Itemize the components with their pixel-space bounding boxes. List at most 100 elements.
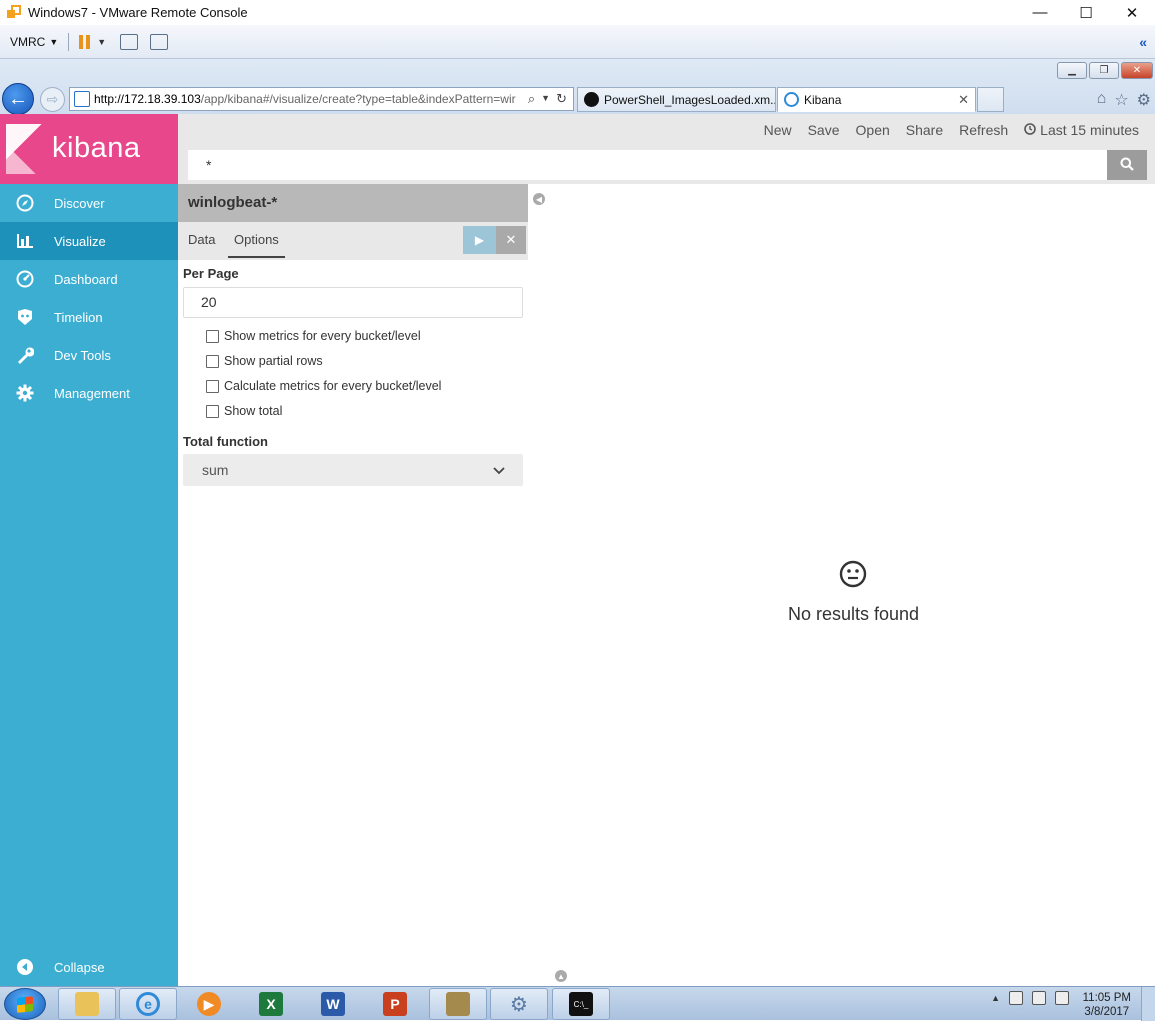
sidebar-item-label: Management <box>54 385 130 401</box>
sidebar-item-dev-tools[interactable]: Dev Tools <box>0 336 178 374</box>
search-button[interactable] <box>1107 150 1147 180</box>
cmd-icon: C:\_ <box>569 992 593 1016</box>
calculate-metrics-every-bucket-checkbox[interactable]: Calculate metrics for every bucket/level <box>206 378 441 394</box>
browser-tab-kibana[interactable]: Kibana ✕ <box>777 87 976 112</box>
gear-icon[interactable]: ⚙ <box>1137 90 1151 110</box>
tab-data[interactable]: Data <box>188 222 215 258</box>
taskbar-media-player[interactable]: ▶ <box>180 988 238 1020</box>
sidebar-collapse-label: Collapse <box>54 959 105 975</box>
sidebar-item-management[interactable]: Management <box>0 374 178 412</box>
compass-icon <box>16 194 34 212</box>
collapse-toolbar-icon[interactable]: « <box>1139 34 1147 50</box>
browser-chrome: ▁ ❐ ✕ ← ⇨ http://172.18.39.103/app/kiban… <box>0 59 1155 115</box>
collapse-editor-icon[interactable]: ◀ <box>533 193 545 205</box>
refresh-button[interactable]: Refresh <box>951 121 1016 139</box>
show-partial-rows-checkbox[interactable]: Show partial rows <box>206 353 323 369</box>
checkbox-box[interactable] <box>206 354 219 368</box>
checkbox-box[interactable] <box>206 379 219 393</box>
kibana-brand-text: kibana <box>52 132 141 164</box>
sidebar-item-timelion[interactable]: Timelion <box>0 298 178 336</box>
word-icon: W <box>321 992 345 1016</box>
minimize-button[interactable]: — <box>1017 0 1063 25</box>
checkbox-label: Show partial rows <box>224 354 323 368</box>
sidebar-item-dashboard[interactable]: Dashboard <box>0 260 178 298</box>
vis-editor-sidebar: winlogbeat-* Data Options ▶ ✕ Per Page 2… <box>178 184 528 986</box>
dropdown-arrow-icon: ▼ <box>49 36 59 47</box>
sidebar-item-discover[interactable]: Discover <box>0 184 178 222</box>
sidebar-item-visualize[interactable]: Visualize <box>0 222 178 260</box>
taskbar-powerpoint[interactable]: P <box>366 988 424 1020</box>
tab-options[interactable]: Options <box>228 222 285 258</box>
windows-taskbar: e ▶ X W P ⚙ C:\_ ▲ 11:05 PM 3/8/2017 <box>0 986 1155 1021</box>
vmrc-menu-button[interactable]: VMRC ▼ <box>10 35 58 49</box>
back-arrow-icon: ← <box>8 87 28 110</box>
show-hidden-icons-icon[interactable]: ▲ <box>991 993 1000 1003</box>
address-bar[interactable]: http://172.18.39.103/app/kibana#/visuali… <box>69 87 574 111</box>
total-function-select[interactable]: sum <box>183 454 523 486</box>
taskbar-explorer[interactable] <box>58 988 116 1020</box>
browser-tab-github[interactable]: PowerShell_ImagesLoaded.xm... <box>577 87 776 112</box>
editor-tabs: Data Options ▶ ✕ <box>178 222 528 260</box>
discard-changes-button[interactable]: ✕ <box>496 226 526 254</box>
maximize-button[interactable]: ☐ <box>1063 0 1109 25</box>
open-button[interactable]: Open <box>848 121 898 139</box>
apply-changes-button[interactable]: ▶ <box>463 226 496 254</box>
refresh-icon[interactable]: ↻ <box>556 91 567 107</box>
kibana-sidebar: kibana Discover Visualize Dashboard Time… <box>0 114 178 986</box>
pause-button[interactable]: ▼ <box>79 34 106 49</box>
show-total-checkbox[interactable]: Show total <box>206 403 282 419</box>
checkbox-box[interactable] <box>206 404 219 418</box>
browser-restore-button[interactable]: ❐ <box>1089 62 1119 79</box>
back-button[interactable]: ← <box>2 83 34 115</box>
tab-label: Kibana <box>804 92 842 107</box>
new-tab-button[interactable] <box>977 87 1004 112</box>
taskbar-cmd[interactable]: C:\_ <box>552 988 610 1020</box>
volume-icon[interactable] <box>1055 991 1069 1005</box>
home-icon[interactable]: ⌂ <box>1097 90 1107 110</box>
close-button[interactable]: ✕ <box>1109 0 1155 25</box>
favorites-star-icon[interactable]: ☆ <box>1114 90 1128 110</box>
dropdown-arrow-icon[interactable]: ▼ <box>541 91 550 107</box>
spy-panel-toggle-icon[interactable]: ▲ <box>555 970 567 982</box>
address-url[interactable]: http://172.18.39.103/app/kibana#/visuali… <box>94 92 522 106</box>
query-input[interactable]: * <box>188 150 1108 180</box>
kibana-logo-accent <box>6 144 36 174</box>
show-metrics-every-bucket-checkbox[interactable]: Show metrics for every bucket/level <box>206 328 421 344</box>
per-page-input[interactable]: 20 <box>183 287 523 318</box>
neutral-face-icon <box>839 560 867 591</box>
taskbar-word[interactable]: W <box>304 988 362 1020</box>
time-picker-button[interactable]: Last 15 minutes <box>1016 121 1147 139</box>
new-button[interactable]: New <box>756 121 800 139</box>
archive-icon <box>446 992 470 1016</box>
network-icon[interactable] <box>1032 991 1046 1005</box>
taskbar-clock[interactable]: 11:05 PM 3/8/2017 <box>1083 991 1131 1019</box>
taskbar-settings[interactable]: ⚙ <box>490 988 548 1020</box>
kibana-logo[interactable]: kibana <box>0 114 178 184</box>
save-button[interactable]: Save <box>800 121 848 139</box>
gear-icon <box>16 384 34 402</box>
search-icon <box>1120 157 1134 174</box>
taskbar-ie[interactable]: e <box>119 988 177 1020</box>
sidebar-collapse-button[interactable]: Collapse <box>0 948 178 986</box>
fullscreen-icon[interactable] <box>150 33 169 50</box>
browser-minimize-button[interactable]: ▁ <box>1057 62 1087 79</box>
forward-button[interactable]: ⇨ <box>40 87 65 112</box>
visualization-area: ◀ No results found ▲ <box>528 184 1155 986</box>
start-button[interactable] <box>4 988 46 1020</box>
kibana-top-nav: New Save Open Share Refresh Last 15 minu… <box>178 114 1155 184</box>
action-center-icon[interactable] <box>1009 991 1023 1005</box>
settings-icon: ⚙ <box>510 993 528 1016</box>
taskbar-archive[interactable] <box>429 988 487 1020</box>
checkbox-label: Show total <box>224 404 283 418</box>
tab-close-icon[interactable]: ✕ <box>958 92 969 108</box>
checkbox-box[interactable] <box>206 329 219 343</box>
share-button[interactable]: Share <box>898 121 951 139</box>
vmware-logo-icon <box>6 4 22 21</box>
github-icon <box>584 92 599 107</box>
send-ctrl-alt-del-icon[interactable] <box>120 33 139 50</box>
search-icon[interactable]: ⌕ <box>528 91 535 107</box>
taskbar-excel[interactable]: X <box>242 988 300 1020</box>
ie-icon <box>784 92 799 107</box>
browser-close-button[interactable]: ✕ <box>1121 62 1153 79</box>
show-desktop-button[interactable] <box>1141 987 1155 1021</box>
